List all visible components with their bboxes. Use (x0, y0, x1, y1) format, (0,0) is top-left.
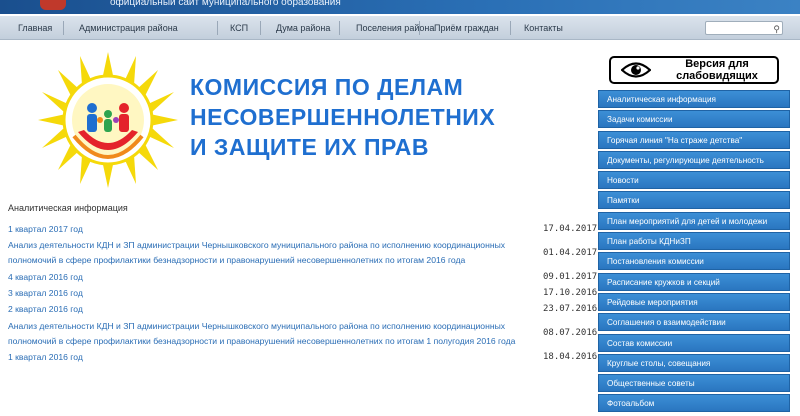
site-subtitle: официальный сайт муниципального образова… (110, 0, 341, 8)
document-date: 18.04.2016 (543, 352, 598, 362)
nav-item-administration[interactable]: Администрация района (79, 16, 178, 40)
sidebar-item-resolutions[interactable]: Постановления комиссии (598, 252, 790, 271)
sidebar-item-events-plan[interactable]: План мероприятий для детей и молодежи (598, 211, 790, 230)
document-date: 01.04.2017 (543, 248, 598, 258)
nav-item-settlements[interactable]: Поселения района (356, 16, 434, 40)
sidebar-item-agreements[interactable]: Соглашения о взаимодействии (598, 313, 790, 332)
nav-item-reception[interactable]: Приём граждан (434, 16, 499, 40)
coat-of-arms-icon (40, 0, 66, 10)
commission-logo (38, 52, 178, 188)
nav-divider (217, 21, 218, 35)
document-date: 17.10.2016 (543, 288, 598, 298)
sidebar-item-public-councils[interactable]: Общественные советы (598, 374, 790, 393)
eye-icon (621, 62, 651, 78)
nav-item-duma[interactable]: Дума района (276, 16, 330, 40)
search-icon[interactable]: ⚲ (773, 23, 780, 35)
document-link[interactable]: 1 квартал 2016 год (8, 352, 528, 362)
sidebar-item-composition[interactable]: Состав комиссии (598, 333, 790, 352)
sidebar-item-hotline[interactable]: Горячая линия "На страже детства" (598, 130, 790, 149)
sidebar-item-work-plan[interactable]: План работы КДНиЗП (598, 232, 790, 251)
nav-item-ksp[interactable]: КСП (230, 16, 248, 40)
document-date: 23.07.2016 (543, 304, 598, 314)
page-heading: КОМИССИЯ ПО ДЕЛАМ НЕСОВЕРШЕННОЛЕТНИХ И З… (190, 72, 600, 162)
main-navigation: Главная Администрация района КСП Дума ра… (0, 16, 800, 40)
nav-divider (510, 21, 511, 35)
sidebar-item-news[interactable]: Новости (598, 171, 790, 190)
sidebar-item-analytics[interactable]: Аналитическая информация (598, 90, 790, 108)
sidebar-item-photo-album[interactable]: Фотоальбом (598, 394, 790, 413)
document-link[interactable]: 1 квартал 2017 год (8, 224, 528, 234)
nav-divider (63, 21, 64, 35)
section-title: Аналитическая информация (8, 203, 128, 213)
document-link-continued[interactable]: полномочий в сфере профилактики безнадзо… (8, 336, 528, 346)
nav-divider (260, 21, 261, 35)
nav-divider (419, 21, 420, 35)
document-link[interactable]: Анализ деятельности КДН и ЗП администрац… (8, 240, 528, 250)
nav-item-home[interactable]: Главная (18, 16, 52, 40)
sidebar-menu: Аналитическая информация Задачи комиссии… (598, 90, 790, 415)
sidebar-item-clubs-schedule[interactable]: Расписание кружков и секций (598, 272, 790, 291)
sidebar-item-round-tables[interactable]: Круглые столы, совещания (598, 353, 790, 372)
low-vision-label-line2: слабовидящих (676, 70, 758, 82)
low-vision-label-line1: Версия для (685, 58, 749, 70)
sidebar-item-raids[interactable]: Рейдовые мероприятия (598, 292, 790, 311)
document-link-continued[interactable]: полномочий в сфере профилактики безнадзо… (8, 255, 528, 265)
document-date: 08.07.2016 (543, 328, 598, 338)
heading-line: НЕСОВЕРШЕННОЛЕТНИХ (190, 104, 496, 130)
document-link[interactable]: Анализ деятельности КДН и ЗП администрац… (8, 321, 528, 331)
low-vision-label: Версия для слабовидящих (657, 58, 777, 82)
document-date: 17.04.2017 (543, 224, 598, 234)
document-link[interactable]: 3 квартал 2016 год (8, 288, 528, 298)
search-input[interactable]: ⚲ (705, 21, 783, 35)
sidebar-item-tasks[interactable]: Задачи комиссии (598, 110, 790, 129)
low-vision-button[interactable]: Версия для слабовидящих (609, 56, 779, 84)
site-header: официальный сайт муниципального образова… (0, 0, 800, 14)
document-link[interactable]: 4 квартал 2016 год (8, 272, 528, 282)
heading-line: КОМИССИЯ ПО ДЕЛАМ (190, 74, 464, 100)
document-link[interactable]: 2 квартал 2016 год (8, 304, 528, 314)
heading-line: И ЗАЩИТЕ ИХ ПРАВ (190, 134, 430, 160)
sidebar-item-documents[interactable]: Документы, регулирующие деятельность (598, 150, 790, 169)
nav-item-contacts[interactable]: Контакты (524, 16, 563, 40)
nav-divider (339, 21, 340, 35)
document-date: 09.01.2017 (543, 272, 598, 282)
sidebar-item-memos[interactable]: Памятки (598, 191, 790, 210)
